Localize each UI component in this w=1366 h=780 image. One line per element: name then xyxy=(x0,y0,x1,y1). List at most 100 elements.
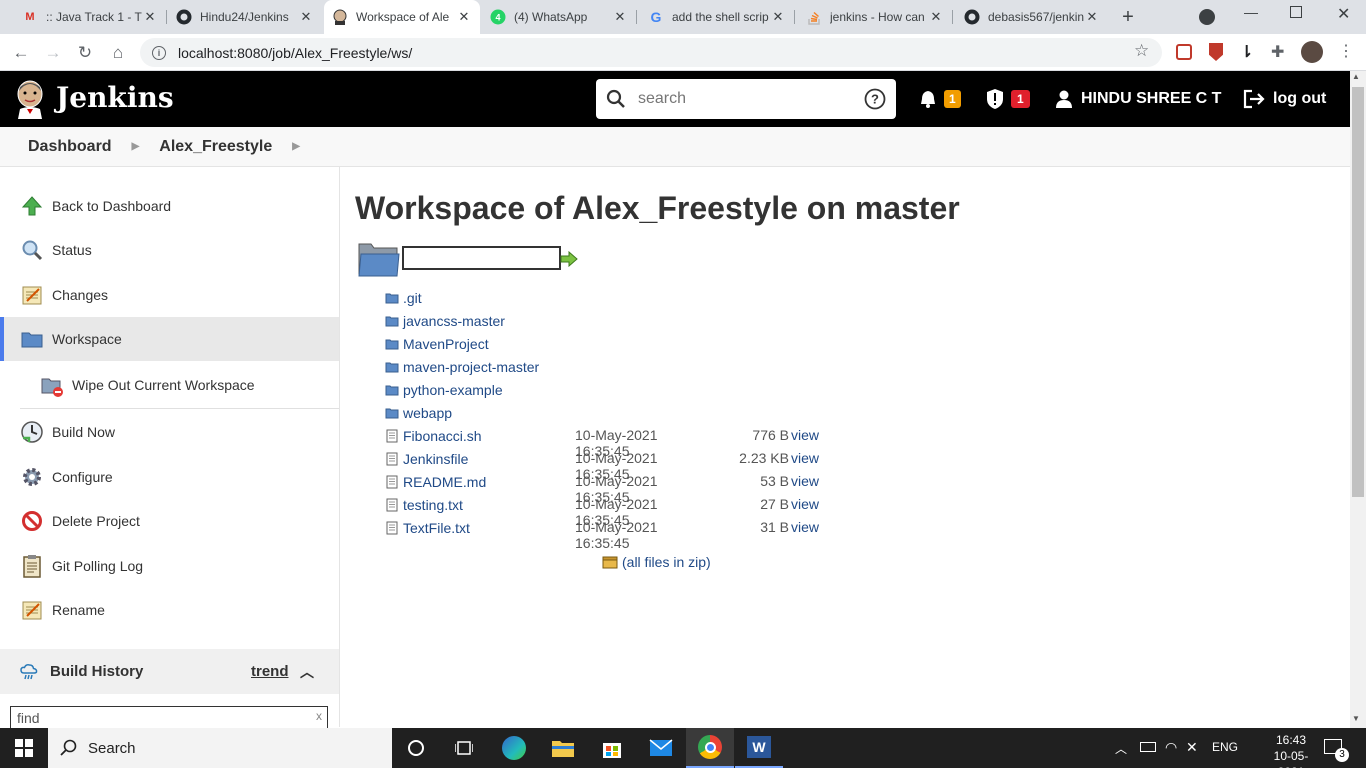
battery-icon[interactable] xyxy=(1140,742,1156,752)
file-row[interactable]: README.md xyxy=(385,470,486,493)
file-link[interactable]: Jenkinsfile xyxy=(403,451,468,467)
help-icon[interactable]: ? xyxy=(864,88,886,110)
jenkins-logo-icon[interactable] xyxy=(14,79,46,119)
file-row[interactable]: TextFile.txt xyxy=(385,516,470,539)
scroll-up-icon[interactable]: ▲ xyxy=(1352,72,1360,81)
breadcrumb-dashboard[interactable]: Dashboard xyxy=(28,138,112,156)
security-button[interactable]: 1 xyxy=(985,71,1030,127)
file-view-link[interactable]: view xyxy=(791,496,819,512)
folder-link[interactable]: python-example xyxy=(403,382,503,398)
path-input[interactable] xyxy=(402,246,561,270)
chrome-taskbar-icon[interactable] xyxy=(686,728,734,768)
task-changes[interactable]: Changes xyxy=(0,273,339,317)
browser-tab[interactable]: Hindu24/Jenkins ✕ xyxy=(168,0,322,34)
task-build-now[interactable]: Build Now xyxy=(0,410,339,454)
file-link[interactable]: TextFile.txt xyxy=(403,520,470,536)
mail-icon[interactable] xyxy=(637,728,685,768)
find-input[interactable]: find x xyxy=(10,706,328,730)
task-delete-project[interactable]: Delete Project xyxy=(0,499,339,543)
trend-link[interactable]: trend xyxy=(251,663,289,680)
task-workspace[interactable]: Workspace xyxy=(0,317,339,361)
site-info-icon[interactable]: i xyxy=(152,45,166,60)
browser-tab[interactable]: G add the shell scrip ✕ xyxy=(640,0,794,34)
tab-search-icon[interactable] xyxy=(1199,9,1215,25)
browser-tab-active[interactable]: Workspace of Ale ✕ xyxy=(324,0,480,34)
zip-link-text[interactable]: (all files in zip) xyxy=(622,554,711,570)
breadcrumb-job[interactable]: Alex_Freestyle xyxy=(159,138,272,156)
close-icon[interactable]: ✕ xyxy=(1084,9,1100,25)
find-clear-icon[interactable]: x xyxy=(316,709,322,723)
clock[interactable]: 16:43 10-05-2021 xyxy=(1264,732,1318,780)
folder-row[interactable]: maven-project-master xyxy=(385,355,539,378)
search-box[interactable]: search ? xyxy=(596,79,896,119)
close-icon[interactable]: ✕ xyxy=(612,9,628,25)
search-input[interactable]: search xyxy=(638,90,864,108)
scrollbar-thumb[interactable] xyxy=(1352,87,1364,497)
close-icon[interactable]: ✕ xyxy=(456,9,472,25)
file-explorer-icon[interactable] xyxy=(539,728,587,768)
folder-row[interactable]: javancss-master xyxy=(385,309,505,332)
task-git-polling-log[interactable]: Git Polling Log xyxy=(0,544,339,588)
volume-muted-icon[interactable]: ✕ xyxy=(1186,739,1198,756)
jenkins-logo-text[interactable]: Jenkins xyxy=(56,81,174,114)
chevron-up-icon[interactable]: ︿ xyxy=(300,662,314,682)
file-view-link[interactable]: view xyxy=(791,519,819,535)
close-icon[interactable]: ✕ xyxy=(928,9,944,25)
folder-row[interactable]: MavenProject xyxy=(385,332,489,355)
breadcrumb-chevron-icon[interactable]: ▶ xyxy=(132,141,140,152)
store-icon[interactable] xyxy=(588,728,636,768)
folder-link[interactable]: .git xyxy=(403,290,422,306)
forward-icon[interactable]: → xyxy=(38,34,68,71)
extensions-puzzle-icon[interactable]: ✚ xyxy=(1271,42,1284,62)
file-row[interactable]: Fibonacci.sh xyxy=(385,424,482,447)
reload-icon[interactable]: ↻ xyxy=(70,34,100,71)
language-indicator[interactable]: ENG xyxy=(1212,740,1238,754)
task-back-to-dashboard[interactable]: Back to Dashboard xyxy=(0,184,339,228)
minimize-icon[interactable]: — xyxy=(1244,4,1258,20)
home-icon[interactable]: ⌂ xyxy=(103,34,133,71)
window-close-icon[interactable]: ✕ xyxy=(1337,4,1350,24)
browser-tab[interactable]: M :: Java Track 1 - Tr ✕ xyxy=(14,0,166,34)
wifi-icon[interactable]: ◠ xyxy=(1165,739,1177,756)
file-row[interactable]: Jenkinsfile xyxy=(385,447,468,470)
chrome-menu-icon[interactable]: ⋮ xyxy=(1338,41,1354,61)
extension-pocket-icon[interactable] xyxy=(1176,44,1192,60)
task-wipe-out-workspace[interactable]: Wipe Out Current Workspace xyxy=(0,363,339,407)
close-icon[interactable]: ✕ xyxy=(770,9,786,25)
folder-row[interactable]: webapp xyxy=(385,401,452,424)
extension-shield-icon[interactable] xyxy=(1209,43,1223,61)
go-arrow-icon[interactable] xyxy=(560,250,578,270)
folder-row[interactable]: .git xyxy=(385,286,422,309)
task-status[interactable]: Status xyxy=(0,228,339,272)
chevron-up-icon[interactable]: ︿ xyxy=(1115,740,1127,757)
browser-tab[interactable]: debasis567/jenkin ✕ xyxy=(956,0,1108,34)
browser-tab[interactable]: jenkins - How can ✕ xyxy=(798,0,952,34)
bookmark-star-icon[interactable]: ☆ xyxy=(1134,41,1149,61)
close-icon[interactable]: ✕ xyxy=(298,9,314,25)
cortana-icon[interactable] xyxy=(392,728,440,768)
file-link[interactable]: Fibonacci.sh xyxy=(403,428,482,444)
profile-avatar[interactable] xyxy=(1301,41,1323,63)
folder-link[interactable]: javancss-master xyxy=(403,313,505,329)
breadcrumb-chevron-icon[interactable]: ▶ xyxy=(292,141,300,152)
file-view-link[interactable]: view xyxy=(791,473,819,489)
browser-tab[interactable]: 4 (4) WhatsApp ✕ xyxy=(482,0,636,34)
new-tab-icon[interactable]: + xyxy=(1116,6,1140,28)
task-configure[interactable]: Configure xyxy=(0,455,339,499)
all-files-zip-link[interactable]: (all files in zip) xyxy=(602,554,711,570)
user-link[interactable]: HINDU SHREE C T xyxy=(1054,71,1221,127)
back-icon[interactable]: ← xyxy=(6,34,36,71)
extension-icon[interactable]: ⇂ xyxy=(1240,42,1253,62)
file-view-link[interactable]: view xyxy=(791,427,819,443)
file-view-link[interactable]: view xyxy=(791,450,819,466)
address-bar[interactable]: i localhost:8080/job/Alex_Freestyle/ws/ xyxy=(140,38,1162,67)
word-icon[interactable]: W xyxy=(735,728,783,768)
task-view-icon[interactable] xyxy=(440,728,488,768)
windows-start-icon[interactable] xyxy=(0,728,48,768)
file-link[interactable]: README.md xyxy=(403,474,486,490)
file-row[interactable]: testing.txt xyxy=(385,493,463,516)
close-icon[interactable]: ✕ xyxy=(142,9,158,25)
file-link[interactable]: testing.txt xyxy=(403,497,463,513)
task-rename[interactable]: Rename xyxy=(0,588,339,632)
logout-link[interactable]: log out xyxy=(1243,71,1326,127)
